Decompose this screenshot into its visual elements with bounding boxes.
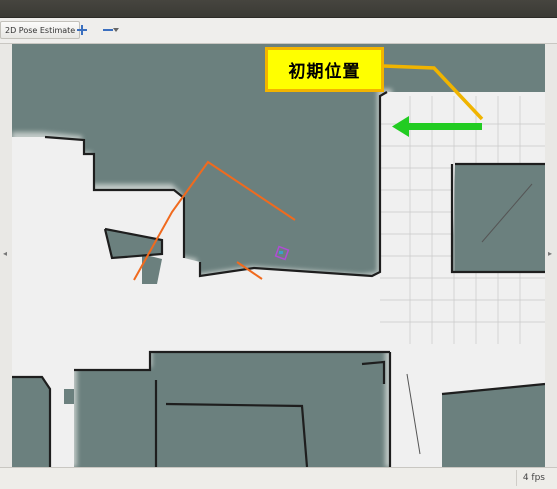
plus-icon[interactable] xyxy=(75,22,89,38)
status-bar: 4 fps xyxy=(0,467,557,489)
collapse-right-icon[interactable]: ▸ xyxy=(548,249,552,258)
dropdown-arrow-icon[interactable] xyxy=(112,22,120,38)
right-panel-handle[interactable]: ▸ xyxy=(545,44,557,467)
2d-pose-estimate-button[interactable]: 2D Pose Estimate xyxy=(0,21,81,39)
initial-position-callout: 初期位置 xyxy=(265,47,384,92)
collapse-left-icon[interactable]: ◂ xyxy=(3,249,7,258)
map-viewport[interactable] xyxy=(12,44,545,467)
window-titlebar xyxy=(0,0,557,18)
left-panel-handle[interactable]: ◂ xyxy=(0,44,12,467)
tools-toolbar: 2D Pose Estimate xyxy=(0,18,557,44)
occupancy-map xyxy=(12,44,545,467)
fps-readout: 4 fps xyxy=(515,470,551,486)
